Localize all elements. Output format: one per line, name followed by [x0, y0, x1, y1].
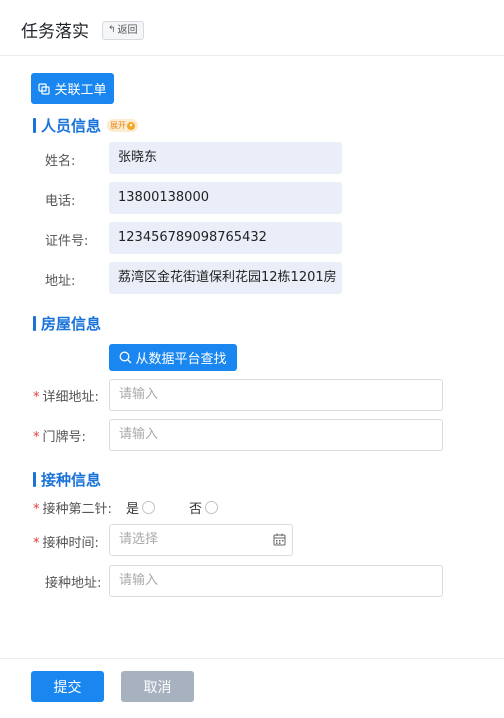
- back-arrow-icon: ↰: [108, 25, 116, 35]
- id-number-label: 证件号:: [45, 234, 89, 249]
- address-label: 地址:: [45, 274, 76, 289]
- second-dose-radio-group: 是 否: [126, 498, 219, 517]
- required-mark: *: [33, 502, 40, 517]
- page-header: 任务落实 ↰ 返回: [0, 0, 504, 56]
- phone-value: 13800138000: [109, 182, 342, 214]
- vaccination-place-input[interactable]: 请输入: [109, 565, 443, 597]
- chevron-down-icon: ▾: [127, 121, 136, 130]
- expand-toggle[interactable]: 展开 ▾: [107, 119, 139, 132]
- radio-no-circle[interactable]: [205, 501, 219, 514]
- cancel-button[interactable]: 取消: [121, 671, 194, 702]
- house-info-title: 房屋信息: [33, 313, 101, 334]
- required-mark: *: [33, 430, 40, 445]
- search-icon: [120, 351, 132, 364]
- vaccination-info-heading: 接种信息: [41, 471, 102, 489]
- radio-no[interactable]: 否: [189, 498, 219, 517]
- second-dose-label: * 接种第二针:: [33, 498, 112, 517]
- vaccination-time-placeholder: 请选择: [119, 532, 159, 547]
- personal-info-title: 人员信息 展开 ▾: [33, 115, 139, 136]
- search-button-label: 从数据平台查找: [135, 352, 227, 367]
- vaccination-place-label: 接种地址:: [45, 576, 102, 591]
- radio-no-label: 否: [189, 502, 203, 517]
- calendar-icon[interactable]: [273, 533, 286, 546]
- door-number-label-text: 门牌号:: [42, 430, 86, 445]
- vaccination-time-picker[interactable]: 请选择: [109, 524, 293, 556]
- section-bar: [33, 316, 36, 331]
- expand-label: 展开: [110, 121, 127, 130]
- section-bar: [33, 472, 36, 487]
- vaccination-info-title: 接种信息: [33, 469, 101, 490]
- radio-yes[interactable]: 是: [126, 498, 156, 517]
- name-label: 姓名:: [45, 154, 76, 169]
- personal-info-heading: 人员信息: [41, 117, 102, 135]
- radio-yes-circle[interactable]: [142, 501, 156, 514]
- back-button-label: 返回: [117, 25, 138, 36]
- detail-address-input[interactable]: 请输入: [109, 379, 443, 411]
- address-value: 荔湾区金花街道保利花园12栋1201房: [109, 262, 342, 294]
- relate-work-order-button[interactable]: 关联工单: [31, 73, 114, 104]
- section-bar: [33, 118, 36, 133]
- vaccination-time-label-text: 接种时间:: [42, 536, 99, 551]
- detail-address-label-text: 详细地址:: [42, 390, 99, 405]
- back-button[interactable]: ↰ 返回: [102, 21, 144, 40]
- page-title: 任务落实: [21, 22, 89, 42]
- vaccination-time-label: * 接种时间:: [33, 532, 99, 551]
- required-mark: *: [33, 390, 40, 405]
- second-dose-label-text: 接种第二针:: [42, 502, 112, 517]
- door-number-input[interactable]: 请输入: [109, 419, 443, 451]
- search-data-platform-button[interactable]: 从数据平台查找: [109, 344, 237, 371]
- relate-work-order-label: 关联工单: [54, 83, 107, 98]
- id-number-value: 123456789098765432: [109, 222, 342, 254]
- name-value: 张晓东: [109, 142, 342, 174]
- submit-button[interactable]: 提交: [31, 671, 104, 702]
- door-number-label: * 门牌号:: [33, 426, 86, 445]
- link-icon: [38, 82, 51, 95]
- phone-label: 电话:: [45, 194, 76, 209]
- detail-address-label: * 详细地址:: [33, 386, 99, 405]
- house-info-heading: 房屋信息: [41, 315, 102, 333]
- required-mark: *: [33, 536, 40, 551]
- radio-yes-label: 是: [126, 502, 140, 517]
